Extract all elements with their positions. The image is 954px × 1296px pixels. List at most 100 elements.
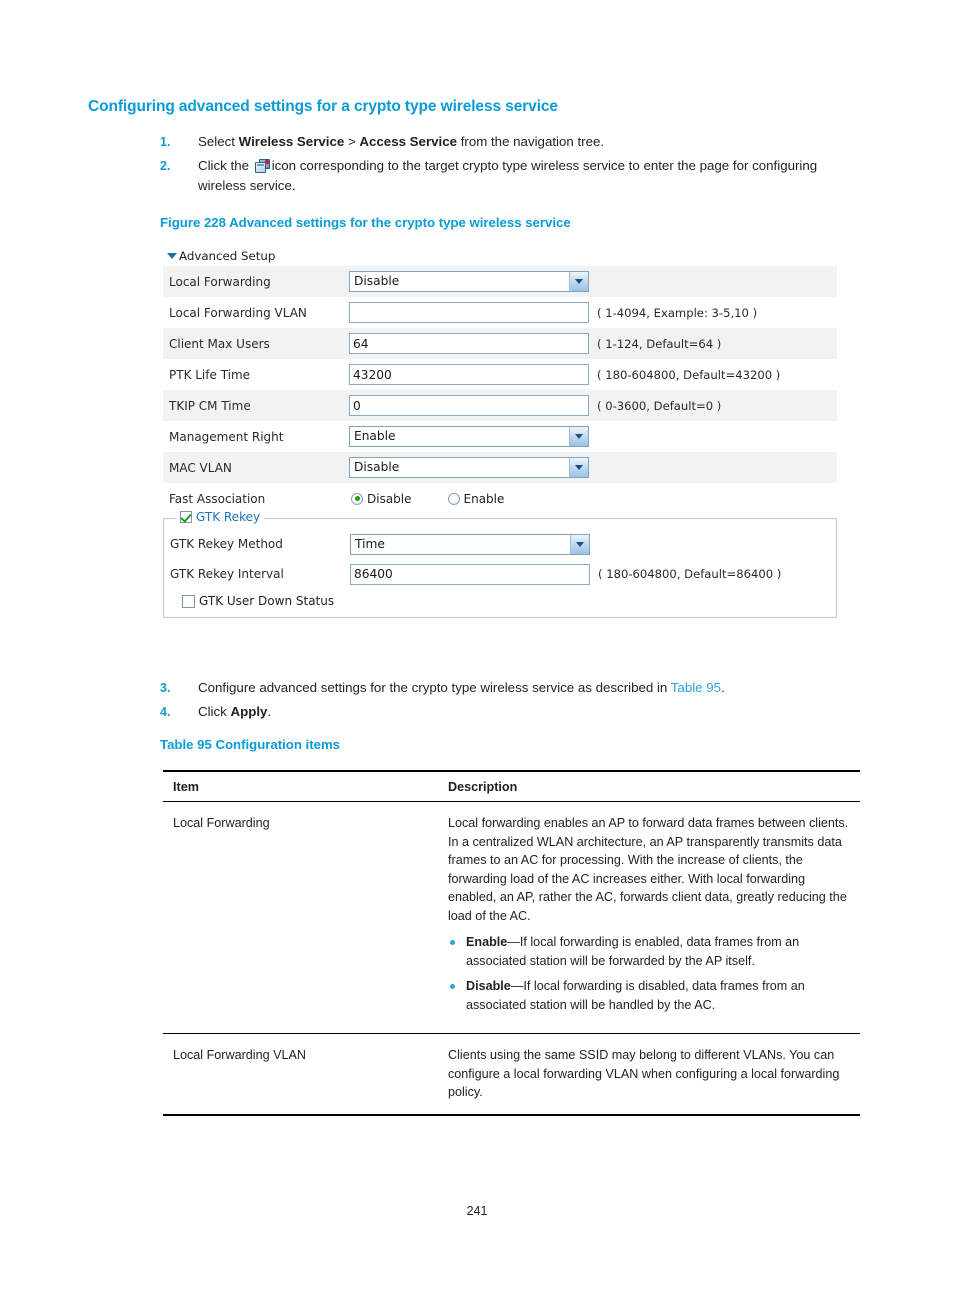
chevron-down-icon[interactable] bbox=[569, 427, 588, 446]
gtk-rekey-legend[interactable]: GTK Rekey bbox=[176, 510, 265, 524]
gtk-rekey-method-select[interactable]: Time bbox=[350, 533, 590, 555]
form-row-management-right: Management Right Enable bbox=[163, 421, 837, 452]
configuration-items-table: Item Description Local Forwarding Local … bbox=[163, 770, 860, 1116]
fast-association-radio-disable[interactable]: Disable bbox=[351, 492, 412, 506]
wireless-service-config-icon bbox=[254, 158, 270, 173]
step-3-prefix: Configure advanced settings for the cryp… bbox=[198, 680, 671, 695]
step-1-text: Select Wireless Service > Access Service… bbox=[198, 132, 860, 153]
procedure-steps-top: 1. Select Wireless Service > Access Serv… bbox=[160, 132, 860, 200]
client-max-users-input[interactable]: 64 bbox=[349, 333, 589, 354]
radio-selected-icon[interactable] bbox=[351, 492, 363, 505]
tkip-cm-time-input[interactable]: 0 bbox=[349, 395, 589, 416]
management-right-select[interactable]: Enable bbox=[349, 426, 589, 447]
gtk-rekey-method-select-wrap: Time bbox=[350, 533, 590, 555]
apply-button-name: Apply bbox=[230, 703, 268, 719]
local-forwarding-select[interactable]: Disable bbox=[349, 271, 589, 292]
radio-unselected-icon[interactable] bbox=[447, 492, 460, 505]
figure-caption: Figure 228 Advanced settings for the cry… bbox=[160, 215, 571, 230]
table-95-link[interactable]: Table 95 bbox=[671, 680, 721, 695]
form-row-tkip-cm-time: TKIP CM Time 0 ( 0-3600, Default=0 ) bbox=[163, 390, 837, 421]
table-body: Local Forwarding Local forwarding enable… bbox=[163, 801, 860, 1116]
form-row-local-forwarding-vlan: Local Forwarding VLAN ( 1-4094, Example:… bbox=[163, 297, 837, 328]
form-row-local-forwarding: Local Forwarding Disable bbox=[163, 266, 837, 297]
form-row-gtk-user-down-status[interactable]: GTK User Down Status bbox=[164, 589, 836, 613]
management-right-select-wrap: Enable bbox=[349, 426, 589, 447]
form-row-gtk-rekey-method: GTK Rekey Method Time bbox=[164, 529, 836, 559]
gtk-rekey-method-value: Time bbox=[355, 536, 385, 551]
label-mac-vlan: MAC VLAN bbox=[169, 460, 232, 475]
label-management-right: Management Right bbox=[169, 429, 284, 444]
chevron-down-icon[interactable] bbox=[569, 458, 588, 477]
fast-association-radio-enable[interactable]: Enable bbox=[447, 492, 504, 506]
step-2-suffix: icon corresponding to the target crypto … bbox=[198, 157, 818, 194]
table-row: Local Forwarding Local forwarding enable… bbox=[163, 801, 860, 1034]
description-bullet-list: Enable—If local forwarding is enabled, d… bbox=[448, 933, 854, 1014]
label-ptk-life-time: PTK Life Time bbox=[169, 367, 251, 382]
gtk-rekey-checkbox[interactable] bbox=[180, 511, 192, 523]
table-header-row: Item Description bbox=[163, 771, 860, 802]
gtk-rekey-interval-input[interactable]: 86400 bbox=[350, 563, 590, 585]
step-4-suffix: . bbox=[267, 703, 272, 719]
ptk-life-time-input-wrap: 43200 bbox=[349, 364, 589, 385]
client-max-users-input-wrap: 64 bbox=[349, 333, 589, 354]
bullet-term-disable: Disable bbox=[466, 979, 511, 993]
icon-front-window bbox=[254, 161, 266, 173]
gtk-rekey-interval-input-wrap: 86400 bbox=[350, 563, 590, 585]
step-3: 3. Configure advanced settings for the c… bbox=[160, 678, 860, 699]
hint-tkip-cm-time: ( 0-3600, Default=0 ) bbox=[597, 398, 722, 413]
description-paragraph: Clients using the same SSID may belong t… bbox=[448, 1048, 840, 1099]
label-gtk-user-down-status: GTK User Down Status bbox=[199, 594, 335, 608]
page-title: Configuring advanced settings for a cryp… bbox=[88, 98, 558, 115]
step-2-text: Click the icon corresponding to the targ… bbox=[198, 156, 860, 197]
table-head: Item Description bbox=[163, 771, 860, 802]
local-forwarding-select-wrap: Disable bbox=[349, 271, 589, 292]
table-cell-description-local-forwarding-vlan: Clients using the same SSID may belong t… bbox=[438, 1033, 860, 1116]
label-local-forwarding: Local Forwarding bbox=[169, 274, 271, 289]
local-forwarding-vlan-input[interactable] bbox=[349, 302, 589, 323]
step-4-number: 4. bbox=[160, 704, 171, 719]
step-3-number: 3. bbox=[160, 681, 171, 695]
table-cell-description-local-forwarding: Local forwarding enables an AP to forwar… bbox=[438, 801, 860, 1034]
chevron-down-icon[interactable] bbox=[569, 272, 588, 291]
description-paragraph: Local forwarding enables an AP to forwar… bbox=[448, 816, 849, 923]
hint-client-max-users: ( 1-124, Default=64 ) bbox=[597, 336, 722, 351]
label-client-max-users: Client Max Users bbox=[169, 336, 270, 351]
bullet-text-enable: —If local forwarding is enabled, data fr… bbox=[466, 935, 800, 968]
gtk-user-down-status-checkbox[interactable] bbox=[182, 594, 195, 608]
step-1: 1. Select Wireless Service > Access Serv… bbox=[160, 132, 860, 153]
form-row-mac-vlan: MAC VLAN Disable bbox=[163, 452, 837, 483]
management-right-value: Enable bbox=[354, 429, 396, 443]
label-gtk-rekey-interval: GTK Rekey Interval bbox=[170, 567, 284, 581]
fast-association-disable-label: Disable bbox=[367, 491, 412, 506]
local-forwarding-value: Disable bbox=[354, 274, 400, 288]
fast-association-radio-group: Disable Enable bbox=[349, 492, 540, 506]
procedure-steps-bottom: 3. Configure advanced settings for the c… bbox=[160, 678, 860, 725]
step-1-part-3: > bbox=[344, 134, 360, 149]
list-item: Enable—If local forwarding is enabled, d… bbox=[448, 933, 854, 970]
step-4-prefix: Click bbox=[198, 703, 231, 719]
mac-vlan-value: Disable bbox=[354, 460, 400, 474]
form-row-client-max-users: Client Max Users 64 ( 1-124, Default=64 … bbox=[163, 328, 837, 359]
step-1-part-4: Access Service bbox=[359, 134, 457, 149]
gtk-rekey-fieldset: GTK Rekey GTK Rekey Method Time GTK Reke… bbox=[163, 510, 837, 618]
step-1-part-1: Select bbox=[198, 134, 239, 149]
table-caption: Table 95 Configuration items bbox=[160, 737, 341, 752]
step-2: 2. Click the icon corresponding to the t… bbox=[160, 156, 860, 197]
label-local-forwarding-vlan: Local Forwarding VLAN bbox=[169, 305, 307, 320]
ptk-life-time-input[interactable]: 43200 bbox=[349, 364, 589, 385]
step-4: 4. Click Apply. bbox=[160, 702, 860, 723]
table-row: Local Forwarding VLAN Clients using the … bbox=[163, 1033, 860, 1116]
bullet-text-disable: —If local forwarding is disabled, data f… bbox=[466, 979, 805, 1012]
document-page: Configuring advanced settings for a cryp… bbox=[0, 0, 954, 1296]
step-1-part-5: from the navigation tree. bbox=[457, 134, 605, 149]
chevron-down-icon[interactable] bbox=[570, 534, 589, 554]
label-fast-association: Fast Association bbox=[169, 491, 266, 506]
advanced-setup-section-toggle[interactable]: Advanced Setup bbox=[163, 246, 837, 266]
mac-vlan-select-wrap: Disable bbox=[349, 457, 589, 478]
figure-advanced-setup-form: Advanced Setup Local Forwarding Disable … bbox=[163, 246, 837, 618]
table-cell-item-local-forwarding-vlan: Local Forwarding VLAN bbox=[163, 1033, 438, 1116]
form-row-ptk-life-time: PTK Life Time 43200 ( 180-604800, Defaul… bbox=[163, 359, 837, 390]
list-item: Disable—If local forwarding is disabled,… bbox=[448, 977, 854, 1014]
mac-vlan-select[interactable]: Disable bbox=[349, 457, 589, 478]
table-header-item: Item bbox=[163, 771, 438, 802]
